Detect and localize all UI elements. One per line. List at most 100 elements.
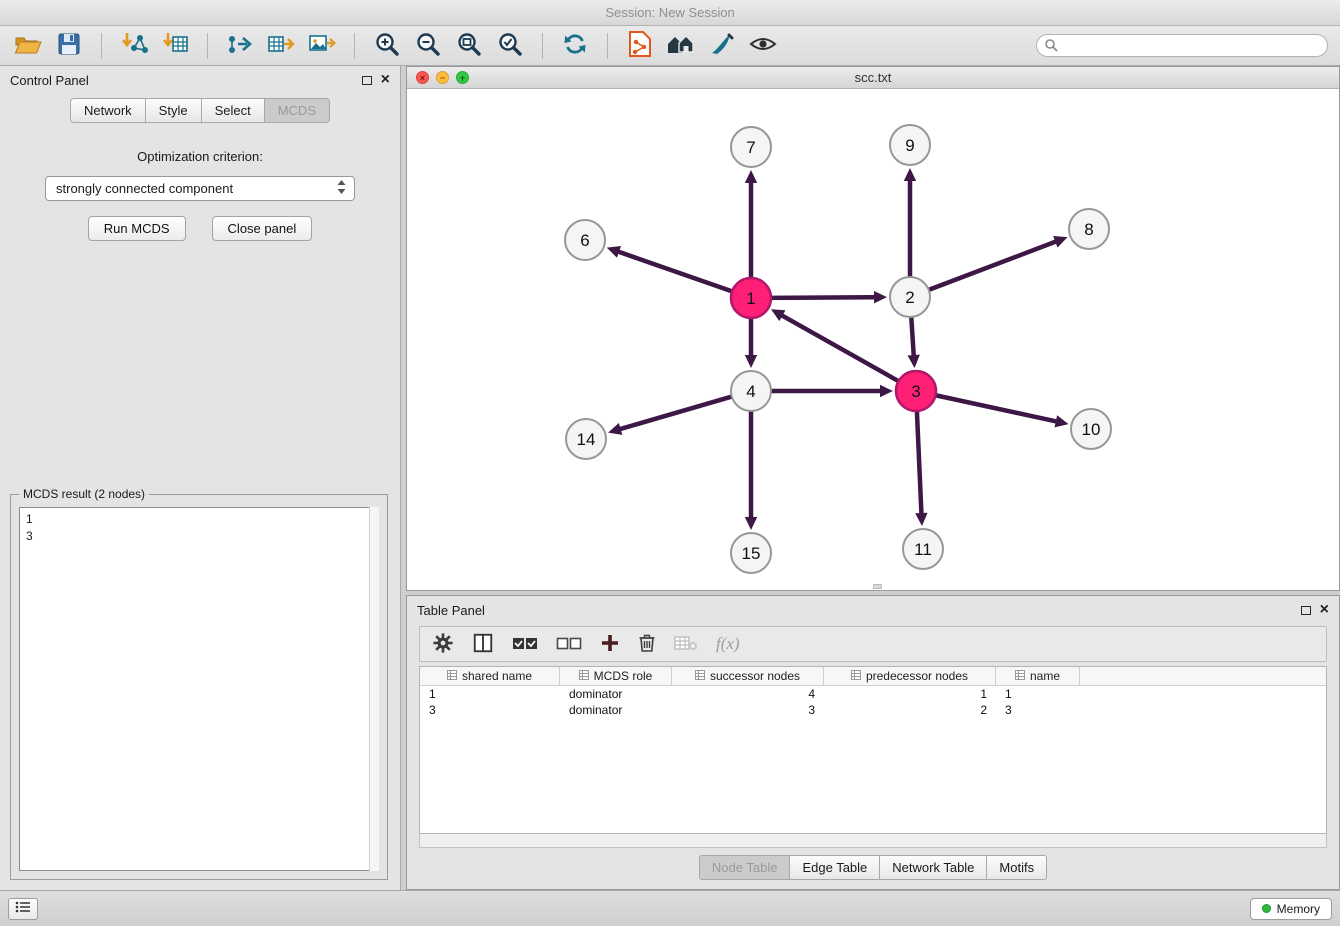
- graph-edge-1-2[interactable]: [771, 297, 874, 298]
- column-header[interactable]: shared name: [420, 667, 560, 685]
- graph-edge-2-8[interactable]: [929, 242, 1056, 290]
- list-icon: [15, 901, 31, 916]
- graph-node-7[interactable]: 7: [731, 127, 771, 167]
- memory-button[interactable]: Memory: [1250, 898, 1332, 920]
- table-cell: dominator: [560, 687, 672, 701]
- select-stepper-icon: [337, 180, 346, 197]
- export-network-button[interactable]: [224, 31, 256, 61]
- optimization-criterion-select[interactable]: strongly connected component: [45, 176, 355, 201]
- export-table-button[interactable]: [265, 31, 297, 61]
- graph-edge-arrowhead: [745, 355, 757, 368]
- zoom-in-button[interactable]: [371, 31, 403, 61]
- search-field-wrap: [1036, 34, 1328, 57]
- houses-icon: [666, 32, 696, 59]
- column-header[interactable]: MCDS role: [560, 667, 672, 685]
- tab-motifs[interactable]: Motifs: [987, 855, 1047, 880]
- close-panel-button[interactable]: Close panel: [212, 216, 313, 241]
- graph-node-4[interactable]: 4: [731, 371, 771, 411]
- zoom-in-icon: [374, 31, 400, 60]
- graph-edge-arrowhead: [908, 355, 920, 368]
- graph-node-8[interactable]: 8: [1069, 209, 1109, 249]
- minimize-window-icon[interactable]: −: [436, 71, 449, 84]
- graph-edge-3-10[interactable]: [936, 395, 1056, 421]
- select-all-rows-icon[interactable]: [512, 634, 538, 655]
- zoom-fit-button[interactable]: [453, 31, 485, 61]
- node-table: shared nameMCDS rolesuccessor nodesprede…: [419, 666, 1327, 834]
- tab-network-table[interactable]: Network Table: [880, 855, 987, 880]
- import-network-icon: [120, 31, 148, 60]
- graph-edge-arrowhead: [874, 291, 887, 303]
- export-image-button[interactable]: [306, 31, 338, 61]
- column-header[interactable]: predecessor nodes: [824, 667, 996, 685]
- column-header[interactable]: successor nodes: [672, 667, 824, 685]
- graph-node-1[interactable]: 1: [731, 278, 771, 318]
- splitter-handle[interactable]: [873, 584, 882, 589]
- result-scrollbar[interactable]: [369, 507, 379, 871]
- open-session-button[interactable]: [12, 31, 44, 61]
- delete-column-trash-icon[interactable]: [638, 633, 656, 656]
- graph-node-9[interactable]: 9: [890, 125, 930, 165]
- float-table-panel-icon[interactable]: [1301, 606, 1311, 615]
- tab-select[interactable]: Select: [202, 98, 265, 123]
- import-table-button[interactable]: [159, 31, 191, 61]
- network-canvas[interactable]: 7 9 6 8 1 2 4 3 14 10 15 11: [407, 89, 1339, 590]
- table-panel-header: Table Panel ×: [407, 596, 1339, 624]
- graph-edge-3-1[interactable]: [782, 316, 898, 382]
- apply-layout-button[interactable]: [559, 31, 591, 61]
- search-input[interactable]: [1036, 34, 1328, 57]
- zoom-out-button[interactable]: [412, 31, 444, 61]
- run-mcds-button[interactable]: Run MCDS: [88, 216, 186, 241]
- table-cell: dominator: [560, 703, 672, 717]
- table-body: 1dominator4113dominator323: [420, 686, 1326, 718]
- graph-node-6[interactable]: 6: [565, 220, 605, 260]
- tab-edge-table[interactable]: Edge Table: [790, 855, 880, 880]
- log-console-button[interactable]: [8, 898, 38, 920]
- deselect-all-rows-icon[interactable]: [556, 634, 582, 655]
- svg-text:2: 2: [905, 288, 914, 307]
- first-neighbors-button[interactable]: [665, 31, 697, 61]
- memory-label: Memory: [1277, 902, 1320, 916]
- control-panel-header: Control Panel ×: [0, 66, 400, 94]
- right-column: × − + scc.txt 7968124314101511 Table Pan…: [401, 66, 1340, 890]
- create-column-plus-icon[interactable]: [600, 633, 620, 656]
- table-row[interactable]: 3dominator323: [420, 702, 1326, 718]
- save-floppy-icon: [57, 32, 81, 59]
- graph-node-10[interactable]: 10: [1071, 409, 1111, 449]
- tab-mcds[interactable]: MCDS: [265, 98, 330, 123]
- graph-edge-3-11[interactable]: [917, 411, 922, 513]
- svg-text:3: 3: [911, 382, 920, 401]
- network-view-window: × − + scc.txt 7968124314101511: [406, 66, 1340, 591]
- graph-edge-2-3[interactable]: [911, 317, 913, 355]
- column-header[interactable]: name: [996, 667, 1080, 685]
- tab-style[interactable]: Style: [146, 98, 202, 123]
- show-columns-icon[interactable]: [472, 632, 494, 657]
- float-panel-icon[interactable]: [362, 76, 372, 85]
- graph-node-11[interactable]: 11: [903, 529, 943, 569]
- graph-edge-1-6[interactable]: [619, 252, 732, 292]
- zoom-selected-button[interactable]: [494, 31, 526, 61]
- graph-node-2[interactable]: 2: [890, 277, 930, 317]
- tab-node-table[interactable]: Node Table: [699, 855, 791, 880]
- new-network-button[interactable]: [624, 31, 656, 61]
- close-panel-icon[interactable]: ×: [381, 74, 390, 86]
- table-panel: Table Panel ×: [406, 595, 1340, 890]
- graph-node-15[interactable]: 15: [731, 533, 771, 573]
- table-horizontal-scrollbar[interactable]: [419, 834, 1327, 848]
- refresh-icon: [562, 31, 588, 60]
- sort-icon: [579, 669, 589, 683]
- import-network-button[interactable]: [118, 31, 150, 61]
- show-hide-button[interactable]: [747, 31, 779, 61]
- table-row[interactable]: 1dominator411: [420, 686, 1326, 702]
- table-settings-gear-icon[interactable]: [432, 632, 454, 657]
- apply-style-button[interactable]: [706, 31, 738, 61]
- maximize-window-icon[interactable]: +: [456, 71, 469, 84]
- tab-network[interactable]: Network: [70, 98, 146, 123]
- table-toolbar: f(x): [419, 626, 1327, 662]
- save-session-button[interactable]: [53, 31, 85, 61]
- close-window-icon[interactable]: ×: [416, 71, 429, 84]
- graph-edge-4-14[interactable]: [621, 397, 732, 429]
- graph-node-3[interactable]: 3: [896, 371, 936, 411]
- graph-node-14[interactable]: 14: [566, 419, 606, 459]
- close-table-panel-icon[interactable]: ×: [1320, 604, 1329, 616]
- table-header: shared nameMCDS rolesuccessor nodesprede…: [420, 667, 1326, 686]
